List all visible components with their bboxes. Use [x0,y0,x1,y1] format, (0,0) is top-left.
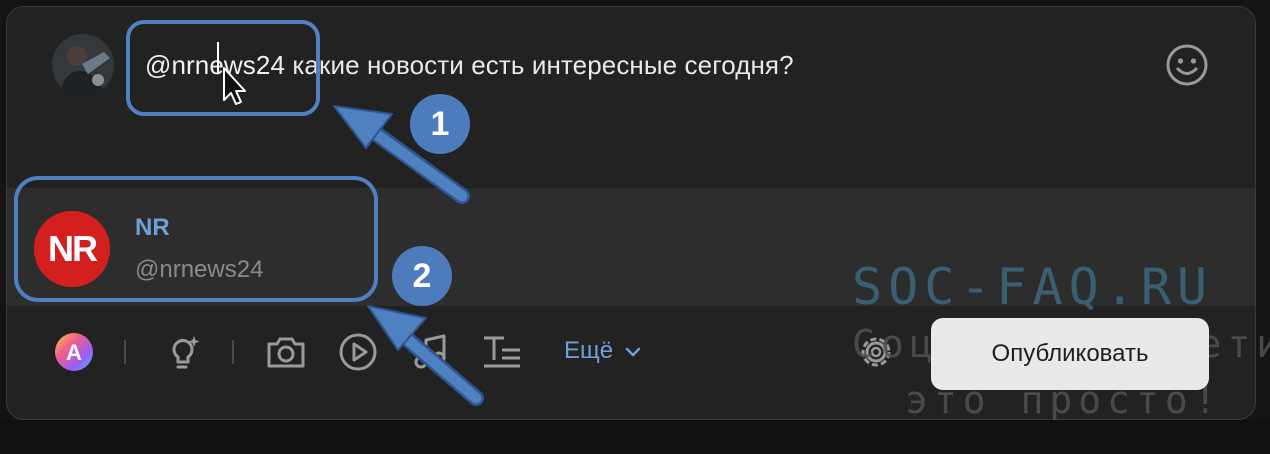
annotation-arrows [333,105,484,406]
step-badge-2: 2 [392,246,452,306]
step-badge-1: 1 [410,94,470,154]
arrow-2 [367,305,484,406]
